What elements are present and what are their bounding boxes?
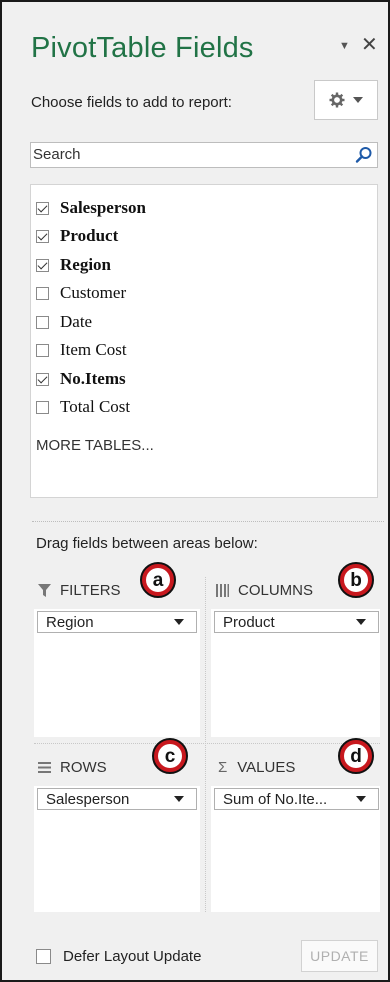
field-label: Item Cost xyxy=(60,340,127,359)
close-icon[interactable]: ✕ xyxy=(361,32,378,57)
columns-field-label: Product xyxy=(223,613,275,631)
values-field-label: Sum of No.Ite... xyxy=(223,790,328,808)
field-item-date[interactable]: Date xyxy=(36,311,92,333)
filters-field-region[interactable]: Region xyxy=(37,611,197,633)
chevron-down-icon[interactable] xyxy=(174,796,184,802)
callout-badge-a: a xyxy=(140,562,176,598)
field-list: Salesperson Product Region Customer Date… xyxy=(30,184,378,498)
search-input[interactable] xyxy=(33,146,343,163)
more-tables-link[interactable]: MORE TABLES... xyxy=(36,437,154,454)
search-icon[interactable] xyxy=(355,146,373,164)
rows-field-salesperson[interactable]: Salesperson xyxy=(37,788,197,810)
pane-title: PivotTable Fields xyxy=(31,32,254,64)
section-divider xyxy=(32,521,384,522)
values-field-sum-no-items[interactable]: Sum of No.Ite... xyxy=(214,788,379,810)
area-horizontal-divider xyxy=(34,743,380,744)
columns-area-label: COLUMNS xyxy=(238,582,314,599)
field-label: Date xyxy=(60,312,93,331)
field-item-product[interactable]: Product xyxy=(36,225,118,247)
area-vertical-divider xyxy=(205,577,206,912)
callout-badge-b: b xyxy=(338,562,374,598)
rows-field-label: Salesperson xyxy=(46,790,130,808)
field-checkbox[interactable] xyxy=(36,400,49,414)
field-item-region[interactable]: Region xyxy=(36,254,111,276)
field-item-no-items[interactable]: No.Items xyxy=(36,368,126,390)
field-label: Region xyxy=(60,255,111,274)
drag-fields-label: Drag fields between areas below: xyxy=(36,535,258,552)
chevron-down-icon xyxy=(353,97,363,103)
filters-field-label: Region xyxy=(46,613,94,631)
badge-letter: c xyxy=(158,744,182,768)
tools-button[interactable] xyxy=(314,80,378,120)
badge-letter: b xyxy=(344,568,368,592)
defer-layout-checkbox[interactable] xyxy=(36,949,51,964)
filters-area-label: FILTERS xyxy=(60,582,121,599)
callout-badge-c: c xyxy=(152,738,188,774)
sigma-icon: Σ xyxy=(218,759,228,776)
filter-funnel-icon xyxy=(38,584,51,597)
field-item-item-cost[interactable]: Item Cost xyxy=(36,339,127,361)
field-item-customer[interactable]: Customer xyxy=(36,282,126,304)
columns-bars-icon xyxy=(216,584,229,597)
callout-badge-d: d xyxy=(338,738,374,774)
field-label: Customer xyxy=(60,283,127,302)
values-area-label: VALUES xyxy=(237,759,296,776)
defer-layout-update[interactable]: Defer Layout Update xyxy=(36,948,201,965)
field-checkbox[interactable] xyxy=(36,258,49,272)
field-checkbox[interactable] xyxy=(36,286,49,300)
field-label: Salesperson xyxy=(60,198,146,217)
pane-options-dropdown-icon[interactable]: ▼ xyxy=(339,40,350,52)
rows-lines-icon xyxy=(38,762,51,773)
field-label: No.Items xyxy=(60,369,126,388)
chevron-down-icon[interactable] xyxy=(356,619,366,625)
values-area-header: Σ VALUES xyxy=(218,759,295,776)
choose-fields-label: Choose fields to add to report: xyxy=(31,94,232,111)
field-checkbox[interactable] xyxy=(36,201,49,215)
defer-layout-label: Defer Layout Update xyxy=(63,948,202,965)
columns-area-header: COLUMNS xyxy=(216,582,313,599)
gear-icon xyxy=(329,92,345,108)
rows-area-header: ROWS xyxy=(38,759,107,776)
field-checkbox[interactable] xyxy=(36,315,49,329)
field-item-total-cost[interactable]: Total Cost xyxy=(36,396,130,418)
pivottable-fields-pane: PivotTable Fields ▼ ✕ Choose fields to a… xyxy=(0,0,390,982)
rows-area-label: ROWS xyxy=(60,759,107,776)
chevron-down-icon[interactable] xyxy=(356,796,366,802)
update-button[interactable]: UPDATE xyxy=(301,940,378,972)
columns-field-product[interactable]: Product xyxy=(214,611,379,633)
field-checkbox[interactable] xyxy=(36,229,49,243)
badge-letter: d xyxy=(344,744,368,768)
field-label: Product xyxy=(60,226,119,245)
search-box[interactable] xyxy=(30,142,378,168)
field-checkbox[interactable] xyxy=(36,372,49,386)
field-checkbox[interactable] xyxy=(36,343,49,357)
chevron-down-icon[interactable] xyxy=(174,619,184,625)
values-drop-area[interactable]: Sum of No.Ite... xyxy=(211,786,380,912)
filters-drop-area[interactable]: Region xyxy=(34,609,200,737)
badge-letter: a xyxy=(146,568,170,592)
rows-drop-area[interactable]: Salesperson xyxy=(34,786,200,912)
columns-drop-area[interactable]: Product xyxy=(211,609,380,737)
field-item-salesperson[interactable]: Salesperson xyxy=(36,197,146,219)
field-label: Total Cost xyxy=(60,397,131,416)
filters-area-header: FILTERS xyxy=(38,582,121,599)
